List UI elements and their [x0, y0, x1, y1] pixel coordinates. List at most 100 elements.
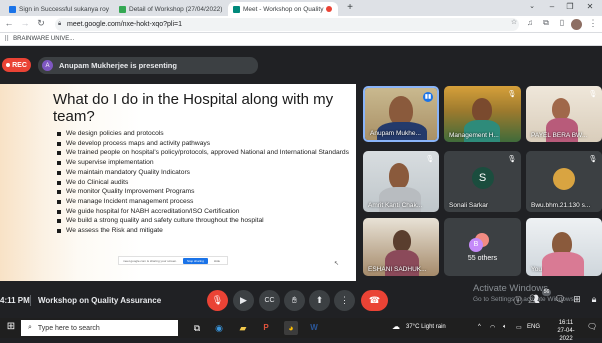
presenter-text: Anupam Mukherjee is presenting	[59, 61, 177, 70]
menu-icon[interactable]: ⋮	[587, 18, 599, 29]
tab-favicon-icon	[233, 6, 240, 13]
restore-icon[interactable]: ❐	[563, 2, 577, 11]
media-icon[interactable]: ♫	[524, 18, 536, 27]
camera-toggle-button[interactable]: ▶	[233, 290, 254, 311]
participant-tile[interactable]: B 55 others	[444, 218, 521, 276]
mic-muted-icon: 🎙︎	[425, 155, 435, 165]
slide-bullet: We supervise implementation	[56, 158, 351, 168]
more-options-button[interactable]: ⋮	[334, 290, 355, 311]
participant-tile[interactable]: 🎙︎ Bwu.bhm.21.130 s...	[526, 151, 602, 212]
participant-avatar: S	[472, 167, 494, 189]
mic-toggle-button[interactable]: 🎙︎	[207, 290, 228, 311]
browser-tab-2[interactable]: Detail of Workshop (27/04/2022) ×	[114, 2, 224, 16]
input-language[interactable]: ENG	[527, 324, 540, 330]
tab-label: Sign in Successful sukanya roy	[19, 6, 109, 13]
meeting-title: Workshop on Quality Assurance	[38, 296, 161, 305]
task-view-icon[interactable]: ⧉	[190, 321, 204, 335]
word-icon[interactable]: W	[307, 321, 321, 335]
volume-icon[interactable]: 🔈︎	[503, 324, 507, 331]
people-icon[interactable]: 👥︎	[527, 294, 541, 305]
search-icon: ⌕	[28, 324, 32, 332]
address-bar[interactable]: meet.google.com/nxe-hokt-xqo?pli=1	[55, 18, 519, 31]
participant-name: Bwu.bhm.21.130 s...	[531, 202, 590, 209]
participant-face	[393, 230, 411, 252]
bookmark-star-icon[interactable]: ☆	[508, 18, 520, 26]
browser-tab-1[interactable]: Sign in Successful sukanya roy ×	[4, 2, 112, 16]
captions-button[interactable]: CC	[259, 290, 280, 311]
host-controls-icon[interactable]: 🔒︎	[587, 294, 601, 305]
hide-button[interactable]: Hide	[214, 259, 220, 263]
participant-tile[interactable]: 🎙︎ PAYEL BERA BW...	[526, 86, 602, 142]
self-shirt	[542, 252, 584, 276]
present-button[interactable]: ⬆	[309, 290, 330, 311]
wifi-icon[interactable]: ◠	[490, 324, 495, 331]
slide-bullet: We assess the Risk and mitigate	[56, 226, 351, 236]
close-tab-icon[interactable]: ×	[337, 6, 338, 13]
reload-icon[interactable]: ↻	[35, 18, 47, 29]
participant-name: ESHANI SADHUK...	[368, 266, 427, 273]
notifications-icon[interactable]: 🗨︎	[587, 322, 597, 331]
slide-bullets: We design policies and protocols We deve…	[56, 129, 351, 236]
taskbar-time: 16:11	[551, 319, 581, 327]
apps-grid-icon[interactable]: ⠿	[4, 35, 9, 43]
activities-icon[interactable]: ⊞	[570, 294, 584, 305]
activate-windows-title: Activate Windows	[473, 283, 548, 294]
file-explorer-icon[interactable]: ▰	[236, 321, 250, 335]
windows-start-icon[interactable]: ⊞	[4, 321, 18, 335]
slide-bullet: We guide hospital for NABH accreditation…	[56, 207, 351, 217]
participant-name: Sonali Sarkar	[449, 202, 488, 209]
browser-tab-3[interactable]: Meet - Workshop on Quality ×	[228, 2, 338, 16]
sidepanel-icon[interactable]: ▯	[556, 18, 568, 27]
close-window-icon[interactable]: ✕	[583, 2, 597, 11]
mic-muted-icon: 🎙︎	[507, 155, 517, 165]
participant-name: Anupam Mukhe...	[370, 130, 421, 137]
rec-dot-icon	[6, 63, 10, 67]
weather-icon: ☁︎	[392, 322, 400, 331]
minimize-icon[interactable]: –	[545, 2, 559, 11]
divider	[30, 295, 31, 306]
tab-favicon-icon	[9, 6, 16, 13]
mic-muted-icon: 🎙︎	[588, 155, 598, 165]
bookmark-brainware[interactable]: BRAINWARE UNIVE...	[13, 36, 74, 42]
tray-expand-icon[interactable]: ^	[478, 324, 481, 330]
powerpoint-icon[interactable]: P	[259, 321, 273, 335]
stop-sharing-button[interactable]: Stop sharing	[183, 258, 208, 264]
tab-label: Meet - Workshop on Quality	[243, 6, 323, 13]
participant-tile[interactable]: 🎙︎ Amrit Kanti Chak...	[363, 151, 439, 212]
url-text: meet.google.com/nxe-hokt-xqo?pli=1	[67, 21, 182, 28]
battery-icon[interactable]: ▭	[516, 324, 522, 331]
mic-muted-icon: 🎙︎	[507, 90, 517, 100]
chrome-icon[interactable]: ◕	[284, 321, 298, 335]
screen-share-bar: meet.google.com is sharing your screen. …	[118, 256, 228, 265]
edge-icon[interactable]: ◉	[212, 321, 226, 335]
extensions-icon[interactable]: ⧉	[540, 18, 552, 28]
weather-text[interactable]: 37°C Light rain	[406, 324, 446, 330]
self-tile[interactable]: You	[526, 218, 602, 276]
back-icon[interactable]: ←	[3, 18, 15, 28]
leave-call-button[interactable]: ☎︎	[361, 290, 388, 311]
presenter-avatar: A	[42, 60, 53, 71]
profile-avatar[interactable]	[571, 19, 582, 30]
participant-tile[interactable]: ▮▮ Anupam Mukhe...	[363, 86, 439, 142]
taskbar-date: 27-04-2022	[551, 327, 581, 343]
taskbar-search-input[interactable]: ⌕ Type here to search	[21, 320, 178, 336]
chat-icon[interactable]: 🗨︎	[553, 294, 567, 305]
recording-badge: REC	[2, 58, 31, 72]
slide-title: What do I do in the Hospital along with …	[53, 91, 353, 125]
forward-icon[interactable]: →	[19, 18, 31, 28]
taskbar-clock[interactable]: 16:11 27-04-2022	[551, 319, 581, 343]
participant-tile[interactable]: 🎙︎ Management H...	[444, 86, 521, 142]
meeting-info-icon[interactable]: ⓘ	[511, 294, 525, 307]
slide-bullet: We monitor Quality Improvement Programs	[56, 187, 351, 197]
participant-tile[interactable]: ESHANI SADHUK...	[363, 218, 439, 276]
slide-bullet: We do Clinical audits	[56, 178, 351, 188]
rec-label: REC	[12, 62, 27, 69]
participant-tile[interactable]: S 🎙︎ Sonali Sarkar	[444, 151, 521, 212]
tab-search-icon[interactable]: ⌄	[525, 2, 539, 10]
participant-face	[389, 163, 409, 189]
lock-icon[interactable]: 🔒︎	[58, 21, 64, 27]
new-tab-icon[interactable]: +	[343, 2, 357, 13]
slide-bullet: We trained people on hospital's policy/p…	[56, 148, 351, 158]
raise-hand-button[interactable]: ✋︎	[284, 290, 305, 311]
meeting-clock: 4:11 PM	[0, 296, 30, 305]
